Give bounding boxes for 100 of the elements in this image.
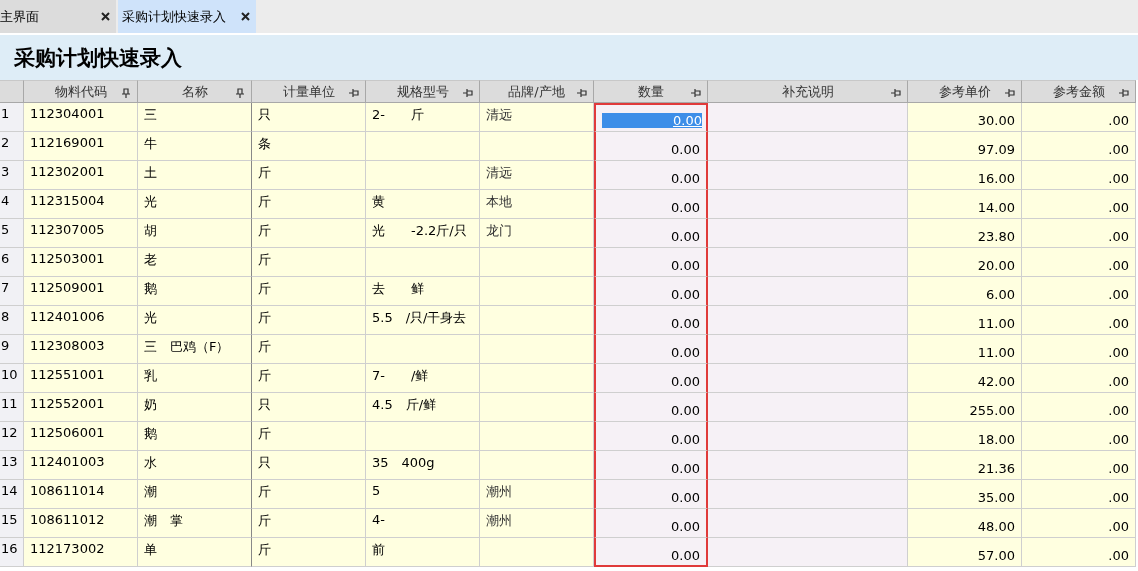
row-number: 11 bbox=[0, 393, 24, 422]
row-number: 4 bbox=[0, 190, 24, 219]
note-cell[interactable] bbox=[708, 306, 908, 335]
pin-icon[interactable] bbox=[349, 88, 359, 98]
table-cell: 斤 bbox=[252, 248, 366, 277]
note-cell[interactable] bbox=[708, 132, 908, 161]
table-cell: 112304001 bbox=[24, 103, 138, 132]
pin-icon[interactable] bbox=[463, 88, 473, 98]
note-cell[interactable] bbox=[708, 451, 908, 480]
column-header[interactable]: 物料代码 bbox=[24, 80, 138, 103]
table-cell: 光 bbox=[138, 306, 252, 335]
table-cell: 只 bbox=[252, 103, 366, 132]
row-number: 5 bbox=[0, 219, 24, 248]
note-cell[interactable] bbox=[708, 335, 908, 364]
table-cell: 11.00 bbox=[908, 335, 1022, 364]
table-cell: 潮州 bbox=[480, 509, 594, 538]
row-number: 15 bbox=[0, 509, 24, 538]
note-cell[interactable] bbox=[708, 480, 908, 509]
table-cell: 黄 bbox=[366, 190, 480, 219]
table-cell: 21.36 bbox=[908, 451, 1022, 480]
quantity-cell[interactable]: 0.00 bbox=[594, 422, 708, 451]
pin-icon[interactable] bbox=[235, 88, 245, 98]
table-cell: 潮 掌 bbox=[138, 509, 252, 538]
row-number: 16 bbox=[0, 538, 24, 567]
table-cell: 108611012 bbox=[24, 509, 138, 538]
table-cell: 5.5 /只/干身去 bbox=[366, 306, 480, 335]
note-cell[interactable] bbox=[708, 248, 908, 277]
table-cell: .00 bbox=[1022, 451, 1136, 480]
column-header[interactable]: 参考金额 bbox=[1022, 80, 1136, 103]
table-cell: 112503001 bbox=[24, 248, 138, 277]
table-cell: 斤 bbox=[252, 277, 366, 306]
table-cell: 前 bbox=[366, 538, 480, 567]
note-cell[interactable] bbox=[708, 190, 908, 219]
pin-icon[interactable] bbox=[577, 88, 587, 98]
note-cell[interactable] bbox=[708, 364, 908, 393]
table-cell: 斤 bbox=[252, 335, 366, 364]
column-header[interactable]: 计量单位 bbox=[252, 80, 366, 103]
table-cell: 112509001 bbox=[24, 277, 138, 306]
pin-icon[interactable] bbox=[691, 88, 701, 98]
note-cell[interactable] bbox=[708, 422, 908, 451]
table-cell: 土 bbox=[138, 161, 252, 190]
row-number: 3 bbox=[0, 161, 24, 190]
pin-icon[interactable] bbox=[891, 88, 901, 98]
quantity-cell[interactable]: 0.00 bbox=[594, 538, 708, 567]
table-cell: 鹅 bbox=[138, 422, 252, 451]
column-header[interactable]: 数量 bbox=[594, 80, 708, 103]
tab[interactable]: 主界面 bbox=[0, 0, 116, 33]
quantity-cell[interactable]: 0.00 bbox=[594, 480, 708, 509]
note-cell[interactable] bbox=[708, 219, 908, 248]
row-number: 13 bbox=[0, 451, 24, 480]
row-number: 9 bbox=[0, 335, 24, 364]
row-number: 7 bbox=[0, 277, 24, 306]
table-cell: .00 bbox=[1022, 132, 1136, 161]
quantity-cell[interactable]: 0.00 bbox=[594, 190, 708, 219]
table-cell: .00 bbox=[1022, 538, 1136, 567]
column-header[interactable]: 参考单价 bbox=[908, 80, 1022, 103]
column-header[interactable]: 补充说明 bbox=[708, 80, 908, 103]
quantity-cell[interactable]: 0.00 bbox=[594, 161, 708, 190]
table-cell: 鹅 bbox=[138, 277, 252, 306]
column-header[interactable]: 规格型号 bbox=[366, 80, 480, 103]
table-cell: 水 bbox=[138, 451, 252, 480]
pin-icon[interactable] bbox=[121, 88, 131, 98]
note-cell[interactable] bbox=[708, 509, 908, 538]
row-number: 12 bbox=[0, 422, 24, 451]
table-cell: 奶 bbox=[138, 393, 252, 422]
quantity-cell[interactable]: 0.00 bbox=[594, 335, 708, 364]
pin-icon[interactable] bbox=[1005, 88, 1015, 98]
quantity-cell[interactable]: 0.00 bbox=[594, 219, 708, 248]
note-cell[interactable] bbox=[708, 393, 908, 422]
note-cell[interactable] bbox=[708, 538, 908, 567]
column-header[interactable]: 名称 bbox=[138, 80, 252, 103]
quantity-cell[interactable]: 0.00 bbox=[594, 306, 708, 335]
table-cell: 97.09 bbox=[908, 132, 1022, 161]
close-icon[interactable] bbox=[241, 12, 250, 21]
quantity-cell[interactable]: 0.00 bbox=[594, 393, 708, 422]
quantity-cell[interactable]: 0.00 bbox=[594, 364, 708, 393]
row-number: 1 bbox=[0, 103, 24, 132]
note-cell[interactable] bbox=[708, 103, 908, 132]
table-cell: .00 bbox=[1022, 422, 1136, 451]
table-cell: .00 bbox=[1022, 335, 1136, 364]
table-cell: 斤 bbox=[252, 190, 366, 219]
note-cell[interactable] bbox=[708, 277, 908, 306]
pin-icon[interactable] bbox=[1119, 88, 1129, 98]
quantity-cell[interactable]: 0.00 bbox=[594, 509, 708, 538]
table-cell: 112173002 bbox=[24, 538, 138, 567]
tab[interactable]: 采购计划快速录入 bbox=[118, 0, 256, 33]
quantity-cell[interactable]: 0.00 bbox=[594, 132, 708, 161]
note-cell[interactable] bbox=[708, 161, 908, 190]
column-header[interactable]: 品牌/产地 bbox=[480, 80, 594, 103]
quantity-cell[interactable]: 0.00 bbox=[594, 248, 708, 277]
table-cell: 2- 斤 bbox=[366, 103, 480, 132]
table-cell: 35 400g bbox=[366, 451, 480, 480]
table-cell: 48.00 bbox=[908, 509, 1022, 538]
table-cell: .00 bbox=[1022, 219, 1136, 248]
table-cell: 本地 bbox=[480, 190, 594, 219]
quantity-cell[interactable]: 0.00 bbox=[594, 451, 708, 480]
corner-header bbox=[0, 80, 24, 103]
close-icon[interactable] bbox=[101, 12, 110, 21]
quantity-cell[interactable]: 0.00 bbox=[594, 277, 708, 306]
table-cell: 112308003 bbox=[24, 335, 138, 364]
